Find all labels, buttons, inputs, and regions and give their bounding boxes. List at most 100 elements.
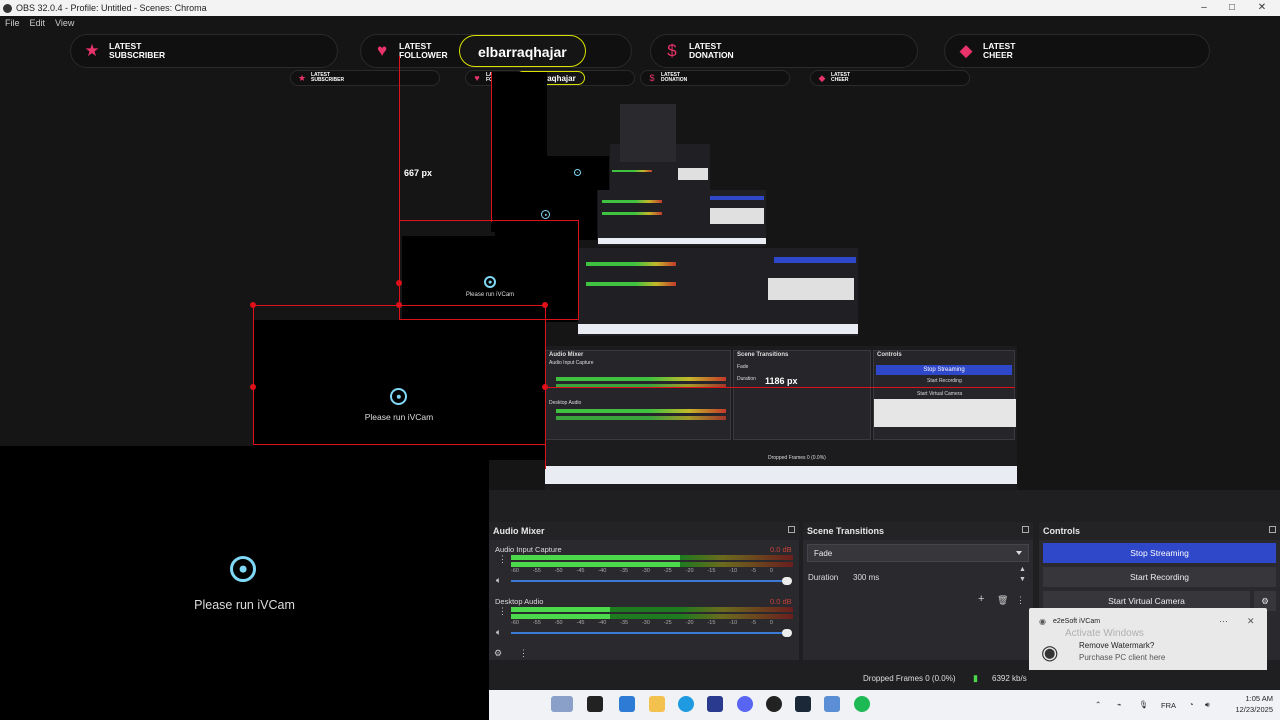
speaker-icon[interactable]: 🔈︎ (496, 627, 501, 638)
scale-tick: -55 (532, 620, 541, 626)
notification-close-icon[interactable]: ✕ (1247, 616, 1255, 627)
resize-handle[interactable] (542, 302, 548, 308)
stop-streaming-button[interactable]: Stop Streaming (1043, 543, 1276, 563)
ivcam-notification[interactable]: ◉ e2eSoft iVCam ⋯ ✕ Activate Windows ◉ R… (1029, 608, 1267, 678)
meter-level (511, 614, 610, 619)
start-recording-button[interactable]: Start Recording (1043, 567, 1276, 587)
status-bar: Dropped Frames 0 (0.0%) ▮ 6392 kb/s (489, 670, 1280, 686)
volume-slider[interactable] (511, 580, 787, 582)
meter-level (511, 562, 681, 567)
scale-tick: -30 (641, 568, 650, 574)
undock-icon[interactable] (788, 526, 795, 533)
clock-time[interactable]: 1:05 AM (1237, 694, 1273, 703)
scale-tick: -15 (707, 620, 716, 626)
close-button[interactable]: ✕ (1248, 0, 1276, 16)
obs-taskbar-icon[interactable] (766, 696, 782, 712)
obs-logo-icon (3, 3, 12, 13)
selection-line-horizontal (545, 387, 1015, 388)
kebab-menu-icon[interactable]: ⋮ (498, 554, 507, 565)
nested-meter-3 (556, 409, 726, 413)
nested-meter-1 (556, 377, 726, 381)
minimize-button[interactable]: – (1190, 0, 1218, 16)
resize-handle[interactable] (250, 302, 256, 308)
scale-tick: 0 (769, 568, 773, 574)
menu-edit[interactable]: Edit (25, 16, 51, 32)
webcam-icon (574, 169, 581, 176)
nested-overlay-cheer: ◆ LATEST CHEER (810, 70, 970, 86)
nested-fade-label: Fade (737, 364, 749, 370)
duration-input[interactable]: 300 ms (853, 573, 879, 582)
spin-up-icon[interactable]: ▲ (1019, 566, 1026, 573)
notification-more-icon[interactable]: ⋯ (1219, 616, 1228, 627)
search-icon[interactable] (551, 696, 573, 712)
channel-name: Audio Input Capture (495, 545, 562, 554)
nested-overlay-bar: ★ LATEST SUBSCRIBER ♥ LATEST FOLLOWER el… (290, 70, 980, 88)
maximize-button[interactable]: □ (1218, 0, 1246, 16)
advanced-audio-icon[interactable]: ⚙︎ (494, 648, 502, 659)
meter-level (511, 607, 610, 612)
nested2-notification (768, 278, 854, 300)
resize-handle[interactable] (250, 384, 256, 390)
transition-menu-icon[interactable]: ⋮ (1016, 595, 1025, 606)
title-bar: OBS 32.0.4 - Profile: Untitled - Scenes:… (0, 0, 1280, 16)
volume-icon[interactable]: 🔊︎ (1205, 700, 1210, 710)
language-indicator[interactable]: FRA (1161, 701, 1176, 710)
notification-line-2[interactable]: Purchase PC client here (1079, 653, 1165, 662)
nested-notification (874, 399, 1016, 427)
file-explorer-icon[interactable] (649, 696, 665, 712)
cam-block-main: Please run iVCam (0, 446, 489, 720)
nested-duration-label: Duration (737, 376, 756, 382)
nested3-meter-1 (602, 200, 662, 203)
undock-icon[interactable] (1022, 526, 1029, 533)
copilot-icon[interactable] (619, 696, 635, 712)
mixer-menu-icon[interactable]: ⋮ (519, 648, 528, 659)
dollar-icon: $ (667, 41, 677, 60)
preview-canvas[interactable]: ★ LATEST SUBSCRIBER ♥ LATEST FOLLOWER el… (0, 16, 1280, 720)
task-view-icon[interactable] (587, 696, 603, 712)
network-icon[interactable]: ⌁ (1117, 700, 1122, 709)
ivcam-small-icon: ◉ (1039, 617, 1046, 626)
resize-handle[interactable] (396, 302, 402, 308)
nested-obs-capture-2 (578, 248, 858, 336)
transition-value: Fade (814, 549, 833, 558)
menu-view[interactable]: View (50, 16, 79, 32)
spin-down-icon[interactable]: ▼ (1019, 576, 1026, 583)
undock-icon[interactable] (1269, 526, 1276, 533)
add-transition-icon[interactable]: + (978, 593, 984, 605)
kebab-menu-icon[interactable]: ⋮ (498, 606, 507, 617)
audio-mixer-dock: Audio Mixer Audio Input Capture 0.0 dB ⋮… (489, 522, 799, 660)
volume-slider[interactable] (511, 632, 787, 634)
mic-icon[interactable]: 🎙︎ (1139, 700, 1149, 709)
speaker-icon[interactable]: 🔈︎ (496, 575, 501, 586)
menu-file[interactable]: File (0, 16, 25, 32)
steam-icon[interactable] (795, 696, 811, 712)
transition-select[interactable]: Fade (807, 544, 1029, 562)
scale-tick: -50 (554, 620, 563, 626)
store-icon[interactable] (707, 696, 723, 712)
spotify-icon[interactable] (854, 696, 870, 712)
dropped-frames: Dropped Frames 0 (0.0%) (863, 674, 956, 683)
duration-label: Duration (808, 573, 839, 582)
volume-meter (511, 607, 793, 612)
clock-date[interactable]: 12/23/2025 (1223, 705, 1273, 714)
tray-chevron-icon[interactable]: ⌃ (1095, 700, 1101, 709)
volume-slider-handle[interactable] (782, 629, 792, 637)
trash-icon[interactable]: 🗑︎ (997, 595, 1008, 606)
scale-tick: -5 (751, 568, 756, 574)
nested2-stop-streaming-bar (774, 257, 856, 263)
resize-handle[interactable] (396, 280, 402, 286)
resize-handle[interactable] (542, 384, 548, 390)
scene-transitions-title: Scene Transitions (803, 522, 1033, 540)
edge-icon[interactable] (678, 696, 694, 712)
nested-meter-4 (556, 416, 726, 420)
dollar-icon: $ (649, 73, 655, 83)
volume-slider-handle[interactable] (782, 577, 792, 585)
discord-icon[interactable] (737, 696, 753, 712)
selection-frame-1[interactable] (253, 305, 546, 445)
nested4-notification (678, 168, 708, 180)
wifi-icon[interactable]: ◔ (1189, 700, 1194, 709)
nested-start-virtual: Start Virtual Camera (917, 391, 963, 397)
stream-overlay-bar: ★ LATEST SUBSCRIBER ♥ LATEST FOLLOWER el… (70, 32, 1210, 72)
app-icon[interactable] (824, 696, 840, 712)
volume-meter (511, 555, 793, 560)
